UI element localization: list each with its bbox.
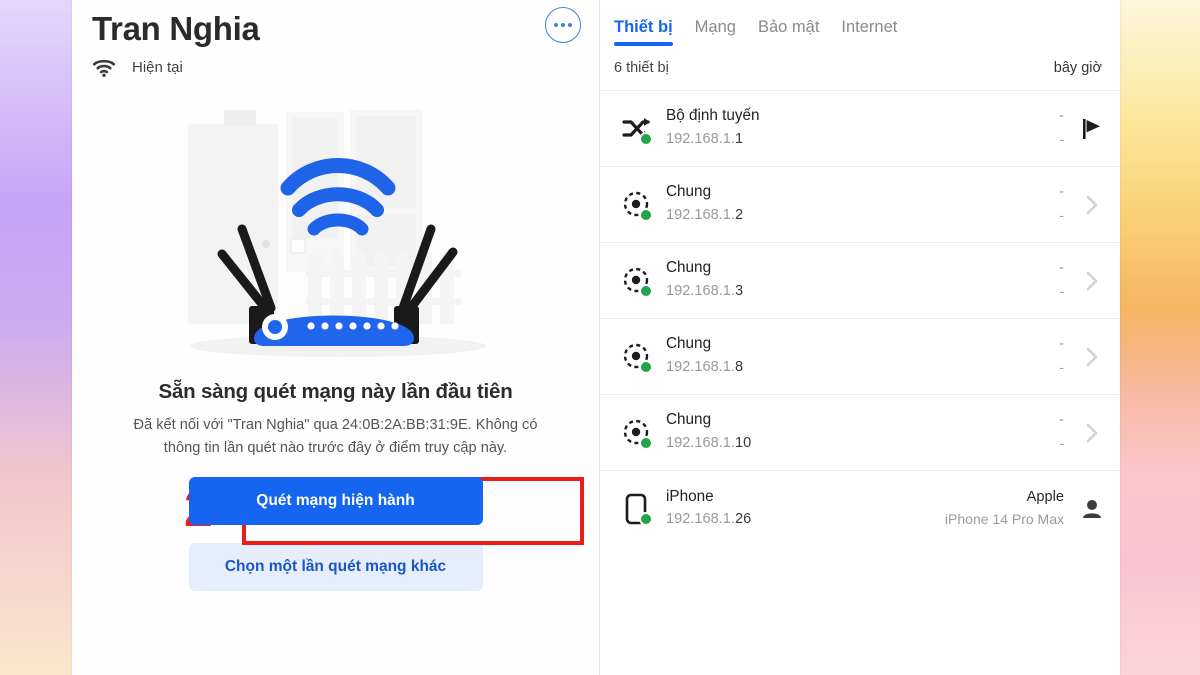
status-badge-online xyxy=(639,207,653,222)
chevron-right-icon[interactable] xyxy=(1078,269,1106,293)
device-vendor: Apple xyxy=(1026,488,1064,505)
promo-body: Đã kết nối với "Tran Nghia" qua 24:0B:2A… xyxy=(133,416,538,456)
network-header: Tran Nghia Hiện tại xyxy=(72,0,599,78)
device-info: iPhone 192.168.1.26 xyxy=(660,487,945,532)
choose-other-scan-button[interactable]: Chọn một lần quét mạng khác xyxy=(188,543,483,592)
device-vendor: - xyxy=(1059,184,1064,201)
more-dot-3 xyxy=(568,23,572,27)
device-meta: Apple iPhone 14 Pro Max xyxy=(945,488,1078,531)
device-meta: - - xyxy=(988,411,1078,454)
promo-title: Sẵn sàng quét mạng này lần đầu tiên xyxy=(158,379,513,403)
device-meta: - - xyxy=(988,183,1078,226)
device-model: - xyxy=(1059,282,1064,299)
device-vendor: - xyxy=(1059,108,1064,125)
smartphone-icon xyxy=(614,487,660,531)
device-name: Chung xyxy=(666,335,712,353)
person-icon[interactable] xyxy=(1078,497,1106,521)
generic-device-icon xyxy=(614,183,660,227)
status-badge-online xyxy=(639,512,653,526)
table-row[interactable]: Chung 192.168.1.8 - - xyxy=(600,319,1120,395)
device-info: Chung 192.168.1.2 xyxy=(660,182,988,227)
device-model: - xyxy=(1059,434,1064,451)
device-info: Chung 192.168.1.8 xyxy=(660,334,988,379)
scan-timestamp: bây giờ xyxy=(1053,60,1102,76)
chevron-right-icon[interactable] xyxy=(1078,421,1106,445)
network-status-row: Hiện tại xyxy=(92,58,599,78)
generic-device-icon xyxy=(614,335,660,379)
more-options-button[interactable] xyxy=(545,7,581,43)
device-model: - xyxy=(1059,206,1064,223)
device-info: Chung 192.168.1.10 xyxy=(660,410,988,455)
device-vendor: - xyxy=(1059,412,1064,429)
device-name: Bộ định tuyến xyxy=(666,107,760,125)
table-row[interactable]: Chung 192.168.1.2 - - xyxy=(600,167,1120,243)
more-dot-2 xyxy=(561,23,565,27)
tab-internet[interactable]: Internet xyxy=(841,18,897,46)
table-row[interactable]: Chung 192.168.1.3 - - xyxy=(600,243,1120,319)
device-vendor: - xyxy=(1059,260,1064,277)
table-row[interactable]: Chung 192.168.1.10 - - xyxy=(600,395,1120,471)
tab-devices[interactable]: Thiết bị xyxy=(614,18,673,46)
device-info: Chung 192.168.1.3 xyxy=(660,258,988,303)
device-ip: 192.168.1.2 xyxy=(666,206,744,223)
app-window: Tran Nghia Hiện tại Sẵn sàng quét mạng n… xyxy=(72,0,1120,675)
status-badge-online xyxy=(639,435,653,450)
device-meta: - - xyxy=(988,259,1078,302)
table-row[interactable]: iPhone 192.168.1.26 Apple iPhone 14 Pro … xyxy=(600,471,1120,547)
device-count-label: 6 thiết bị xyxy=(614,60,669,76)
scan-promo: Sẵn sàng quét mạng này lần đầu tiên Đã k… xyxy=(72,380,599,459)
device-name: Chung xyxy=(666,183,712,201)
devices-panel: Thiết bị Mạng Bảo mật Internet 6 thiết b… xyxy=(600,0,1120,675)
device-name: Chung xyxy=(666,259,712,277)
router-shuffle-icon xyxy=(614,107,660,151)
panel-tabs: Thiết bị Mạng Bảo mật Internet xyxy=(600,0,1120,46)
chevron-right-icon[interactable] xyxy=(1078,345,1106,369)
device-meta: - - xyxy=(988,107,1078,150)
cta-area: 2 Quét mạng hiện hành Chọn một lần quét … xyxy=(72,477,599,592)
generic-device-icon xyxy=(614,259,660,303)
status-badge-online xyxy=(639,283,653,298)
device-meta: - - xyxy=(988,335,1078,378)
network-detail-panel: Tran Nghia Hiện tại Sẵn sàng quét mạng n… xyxy=(72,0,600,675)
device-model: - xyxy=(1059,130,1064,147)
status-badge-online xyxy=(639,359,653,374)
device-model: iPhone 14 Pro Max xyxy=(944,511,1064,528)
device-name: iPhone xyxy=(666,487,714,505)
status-badge-online xyxy=(639,131,653,146)
more-dot-1 xyxy=(554,23,558,27)
device-list: Bộ định tuyến 192.168.1.1 - - Chung 192.… xyxy=(600,90,1120,547)
device-info: Bộ định tuyến 192.168.1.1 xyxy=(660,106,988,151)
device-ip: 192.168.1.8 xyxy=(666,358,744,375)
device-count-row: 6 thiết bị bây giờ xyxy=(600,46,1120,90)
scan-current-network-button[interactable]: Quét mạng hiện hành xyxy=(188,477,483,526)
tab-security[interactable]: Bảo mật xyxy=(758,18,819,46)
router-wifi-illustration xyxy=(187,109,486,357)
device-vendor: - xyxy=(1059,336,1064,353)
device-model: - xyxy=(1059,358,1064,375)
network-status-label: Hiện tại xyxy=(132,59,183,77)
wifi-icon xyxy=(92,58,116,78)
flag-icon[interactable] xyxy=(1078,117,1106,141)
device-ip: 192.168.1.3 xyxy=(666,282,744,299)
device-name: Chung xyxy=(666,411,712,429)
device-ip: 192.168.1.1 xyxy=(666,130,744,147)
page-title: Tran Nghia xyxy=(92,10,260,47)
background-gradient-left xyxy=(0,0,72,675)
device-ip: 192.168.1.10 xyxy=(666,434,752,451)
generic-device-icon xyxy=(614,411,660,455)
chevron-right-icon[interactable] xyxy=(1078,193,1106,217)
device-ip: 192.168.1.26 xyxy=(666,511,752,528)
tab-network[interactable]: Mạng xyxy=(695,18,736,46)
table-row[interactable]: Bộ định tuyến 192.168.1.1 - - xyxy=(600,91,1120,167)
